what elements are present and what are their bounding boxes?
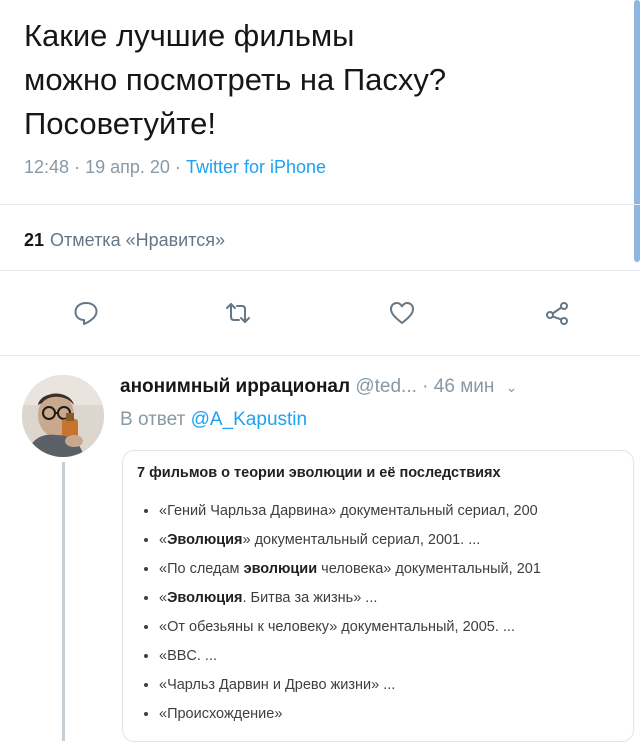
tweet-date: 19 апр. 20 [85, 157, 170, 177]
reply-icon [74, 302, 98, 325]
reply-mention-link[interactable]: @A_Kapustin [191, 409, 307, 430]
reply-author-name[interactable]: анонимный иррационал [120, 376, 350, 397]
tweet-text: Какие лучшие фильмы можно посмотреть на … [24, 18, 447, 141]
likes-stat[interactable]: 21 Отметка «Нравится» [24, 230, 225, 251]
list-item: «Эволюция» документальный сериал, 2001. … [159, 526, 541, 555]
share-icon [546, 302, 568, 325]
chevron-down-icon[interactable]: ⌄ [506, 379, 518, 395]
list-item: «От обезьяны к человеку» документальный,… [159, 613, 541, 642]
reply-button[interactable] [66, 293, 106, 333]
reply-author-handle[interactable]: @ted... [355, 376, 417, 397]
avatar-photo [22, 375, 104, 457]
thread-line [62, 462, 65, 741]
attached-image[interactable]: 7 фильмов о теории эволюции и её последс… [122, 450, 634, 742]
film-list: «Гений Чарльза Дарвина» документальный с… [137, 497, 541, 729]
list-item: «Происхождение» [159, 700, 541, 729]
likes-label: Отметка «Нравится» [50, 230, 226, 250]
share-button[interactable] [537, 293, 577, 333]
like-button[interactable] [382, 293, 422, 333]
tweet-actions [0, 293, 640, 333]
reply-to-prefix: В ответ [120, 409, 186, 430]
scrollbar[interactable] [634, 0, 640, 262]
reply-timestamp[interactable]: · 46 мин [422, 376, 494, 397]
meta-separator: · [174, 157, 181, 177]
list-item: «BBC. ... [159, 642, 541, 671]
card-title: 7 фильмов о теории эволюции и её последс… [137, 465, 501, 481]
retweet-button[interactable] [218, 293, 258, 333]
list-item: «Гений Чарльза Дарвина» документальный с… [159, 497, 541, 526]
list-item: «Эволюция. Битва за жизнь» ... [159, 584, 541, 613]
avatar[interactable] [22, 375, 104, 457]
divider [0, 270, 640, 271]
like-icon [390, 302, 414, 324]
divider [0, 355, 640, 356]
divider [0, 204, 640, 205]
list-item: «По следам эволюции человека» документал… [159, 555, 541, 584]
tweet-time: 12:48 [24, 157, 70, 177]
tweet-meta: 12:48 · 19 апр. 20 · Twitter for iPhone [24, 157, 326, 178]
reply-header: анонимный иррационал @ted... · 46 мин ⌄ [120, 376, 517, 398]
reply-to-line: В ответ @A_Kapustin [120, 409, 307, 431]
list-item: «Чарльз Дарвин и Древо жизни» ... [159, 671, 541, 700]
meta-separator: · [74, 157, 81, 177]
likes-count: 21 [24, 230, 45, 250]
retweet-icon [226, 303, 250, 323]
tweet-source-link[interactable]: Twitter for iPhone [186, 157, 326, 177]
